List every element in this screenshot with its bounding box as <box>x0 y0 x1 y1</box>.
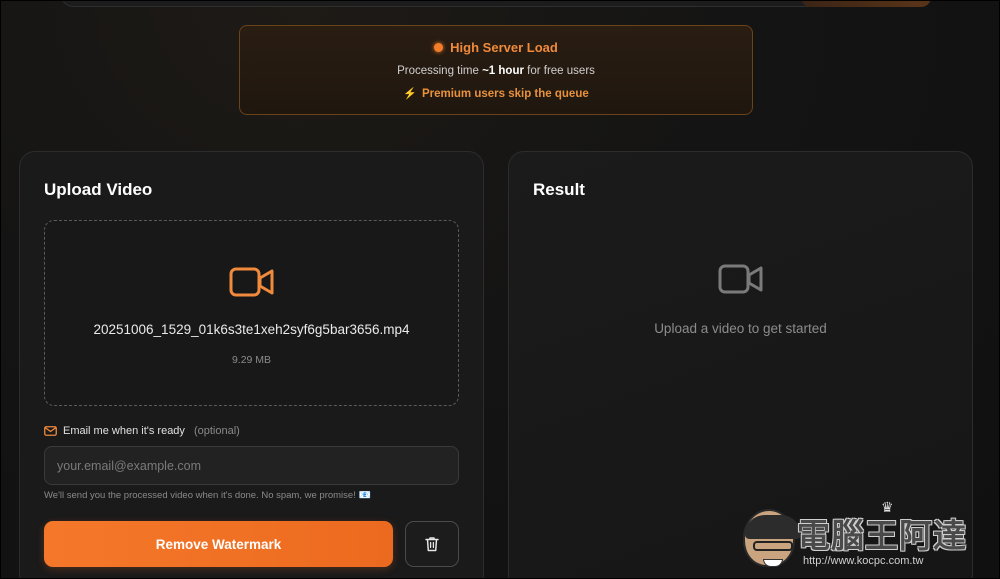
email-field[interactable] <box>44 446 459 485</box>
envelope-emoji-icon: 📧 <box>358 490 372 501</box>
site-watermark: ♛ 電腦王阿達 http://www.kocpc.com.tw <box>741 499 996 577</box>
video-icon <box>718 264 762 294</box>
result-placeholder-text: Upload a video to get started <box>654 321 827 336</box>
remove-watermark-button[interactable]: Remove Watermark <box>44 521 393 567</box>
watermark-title: 電腦王阿達 <box>797 516 967 555</box>
email-label: Email me when it's ready <box>63 425 185 437</box>
upload-title: Upload Video <box>44 180 153 199</box>
result-title: Result <box>533 180 585 199</box>
mascot-hair <box>745 515 801 539</box>
delete-button[interactable] <box>405 521 459 567</box>
banner-title-row: High Server Load <box>240 40 752 55</box>
watermark-url: http://www.kocpc.com.tw <box>803 555 924 567</box>
premium-notice: ⚡ Premium users skip the queue <box>240 87 752 101</box>
server-load-banner: High Server Load Processing time ~1 hour… <box>239 25 753 115</box>
processing-suffix: for free users <box>523 65 595 77</box>
status-dot-icon <box>434 43 444 52</box>
banner-title: High Server Load <box>450 40 558 55</box>
mascot-glasses <box>753 541 793 551</box>
upload-card: Upload Video 20251006_1529_01k6s3te1xeh2… <box>19 151 484 578</box>
video-dropzone[interactable]: 20251006_1529_01k6s3te1xeh2syf6g5bar3656… <box>44 220 459 406</box>
email-label-row: Email me when it's ready (optional) <box>44 425 240 437</box>
app-window: High Server Load Processing time ~1 hour… <box>0 0 1000 579</box>
mascot-smile <box>763 559 783 567</box>
processing-time-value: ~1 hour <box>482 65 524 77</box>
result-placeholder: Upload a video to get started <box>509 262 972 336</box>
file-name: 20251006_1529_01k6s3te1xeh2syf6g5bar3656… <box>93 322 410 337</box>
premium-text: Premium users skip the queue <box>421 87 589 100</box>
trash-icon <box>425 537 439 552</box>
mail-icon <box>44 426 57 436</box>
email-optional-label: (optional) <box>193 425 240 437</box>
processing-time-text: Processing time ~1 hour for free users <box>240 65 752 77</box>
top-panel-edge <box>61 1 931 7</box>
email-note-text: We'll send you the processed video when … <box>44 490 356 501</box>
processing-prefix: Processing time <box>397 65 483 77</box>
mascot-face <box>743 509 801 567</box>
video-icon <box>229 267 274 297</box>
file-size: 9.29 MB <box>231 354 272 366</box>
top-button-edge[interactable] <box>801 1 931 7</box>
email-note: We'll send you the processed video when … <box>44 490 371 501</box>
bolt-icon: ⚡ <box>403 88 417 100</box>
